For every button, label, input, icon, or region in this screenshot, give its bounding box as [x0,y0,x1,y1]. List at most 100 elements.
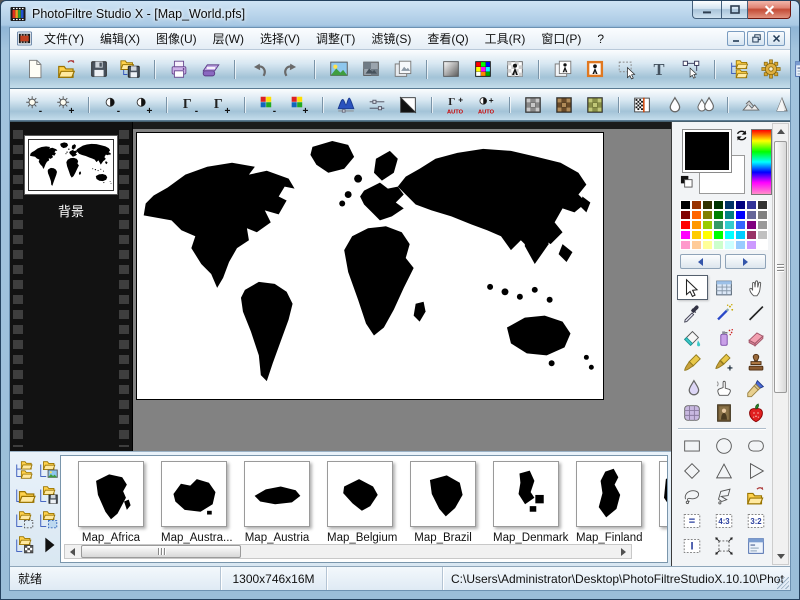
palette-color[interactable] [691,200,702,210]
scan-button[interactable] [197,56,224,83]
palette-color[interactable] [702,230,713,240]
palette-color[interactable] [746,240,757,250]
path-tool-button[interactable] [677,56,704,83]
maximize-button[interactable] [721,1,748,19]
menu-item[interactable]: 窗口(P) [533,30,589,48]
relief-button[interactable] [738,93,764,117]
right-triangle-shape-tool[interactable] [741,458,772,483]
selection-options-shape-tool[interactable] [741,533,772,558]
manual-size-shape-tool[interactable]: I [677,533,708,558]
folder-open-button[interactable] [14,484,35,505]
palette-color[interactable] [691,210,702,220]
photo-mask-button[interactable] [357,56,384,83]
default-colors-icon[interactable] [680,175,693,188]
palette-color[interactable] [691,240,702,250]
save-button[interactable] [85,56,112,83]
mdi-restore-button[interactable] [747,31,765,46]
palette-color[interactable] [680,200,691,210]
gamma-minus-button[interactable]: Γ- [177,93,203,117]
palette-color[interactable] [713,210,724,220]
image-canvas[interactable] [136,132,604,400]
document-icon[interactable] [17,31,32,46]
mosaic-gray-button[interactable] [520,93,546,117]
browser-thumbnail[interactable]: M [659,461,668,544]
browser-thumbnail[interactable]: Map_Africa [78,461,144,544]
line-tool[interactable] [741,300,772,325]
save-as-button[interactable] [117,56,144,83]
menu-item[interactable]: 滤镜(S) [363,30,419,48]
mosaic-sepia-button[interactable] [551,93,577,117]
plugins-gear-button[interactable] [757,56,784,83]
resize-grip[interactable] [777,577,789,589]
options-window-button[interactable] [789,56,800,83]
palette-color[interactable] [735,240,746,250]
layer-thumbnail[interactable] [24,135,118,195]
negative-button[interactable] [395,93,421,117]
diamond-shape-tool[interactable] [677,458,708,483]
browser-thumbnail[interactable]: Map_Denmark [493,461,559,544]
pattern-tool[interactable] [677,400,708,425]
smudge-tool[interactable] [677,375,708,400]
palette-color[interactable] [757,200,768,210]
palette-color[interactable] [724,220,735,230]
palette-color[interactable] [702,220,713,230]
palette-color[interactable] [746,200,757,210]
palette-color[interactable] [680,230,691,240]
eraser-tool[interactable] [741,325,772,350]
brightness-plus-button[interactable]: + [52,93,78,117]
folder-selection-active-button[interactable] [38,509,59,530]
explorer-button[interactable] [725,56,752,83]
lasso-shape-tool[interactable] [677,483,708,508]
panel-scrollbar[interactable] [772,123,789,565]
menu-item[interactable]: 调整(T) [308,30,363,48]
polygon-shape-tool[interactable] [709,483,740,508]
art-brush-tool[interactable] [741,375,772,400]
ratio-4-3-shape-tool[interactable]: 4:3 [709,508,740,533]
mdi-minimize-button[interactable] [727,31,745,46]
text-tool-button[interactable]: T [645,56,672,83]
palette-color[interactable] [691,230,702,240]
layer-manager-tool[interactable] [709,275,740,300]
scroll-left-icon[interactable] [65,545,80,558]
rectangle-shape-tool[interactable] [677,433,708,458]
auto-contrast-button[interactable]: +AUTO [473,93,499,117]
mdi-close-button[interactable] [767,31,785,46]
palette-color[interactable] [724,200,735,210]
red-eye-tool[interactable] [741,400,772,425]
browser-thumbnail[interactable]: Map_Austria [244,461,310,544]
expand-selection-shape-tool[interactable] [709,533,740,558]
photo-button[interactable] [325,56,352,83]
palette-color[interactable] [746,220,757,230]
minimize-button[interactable] [692,1,721,19]
browser-scrollbar[interactable] [64,544,632,559]
palette-color[interactable] [757,220,768,230]
palette-color[interactable] [713,230,724,240]
palette-color[interactable] [735,200,746,210]
folder-save-button[interactable] [38,484,59,505]
scroll-down-icon[interactable] [773,549,788,564]
palette-color[interactable] [680,220,691,230]
browser-thumbnail[interactable]: Map_Brazil [410,461,476,544]
histogram-button[interactable] [333,93,359,117]
emboss-button[interactable] [769,93,795,117]
contrast-plus-button[interactable]: + [130,93,156,117]
print-button[interactable] [165,56,192,83]
saturation-plus-button[interactable]: + [286,93,312,117]
menu-item[interactable]: 图像(U) [148,30,205,48]
arrow-tool[interactable] [677,275,708,300]
palette-color[interactable] [702,240,713,250]
selection-cursor-button[interactable] [613,56,640,83]
new-file-button[interactable] [21,56,48,83]
magic-wand-tool[interactable] [709,300,740,325]
advanced-brush-tool[interactable]: + [709,350,740,375]
palette-color[interactable] [735,220,746,230]
palette-color[interactable] [691,220,702,230]
clone-stamp-tool[interactable] [741,350,772,375]
eyedropper-tool[interactable] [677,300,708,325]
menu-item[interactable]: ? [589,30,612,48]
menu-item[interactable]: 工具(R) [477,30,534,48]
palette-color[interactable] [735,230,746,240]
palette-color[interactable] [702,210,713,220]
palette-color[interactable] [713,200,724,210]
gradient-square-button[interactable] [437,56,464,83]
